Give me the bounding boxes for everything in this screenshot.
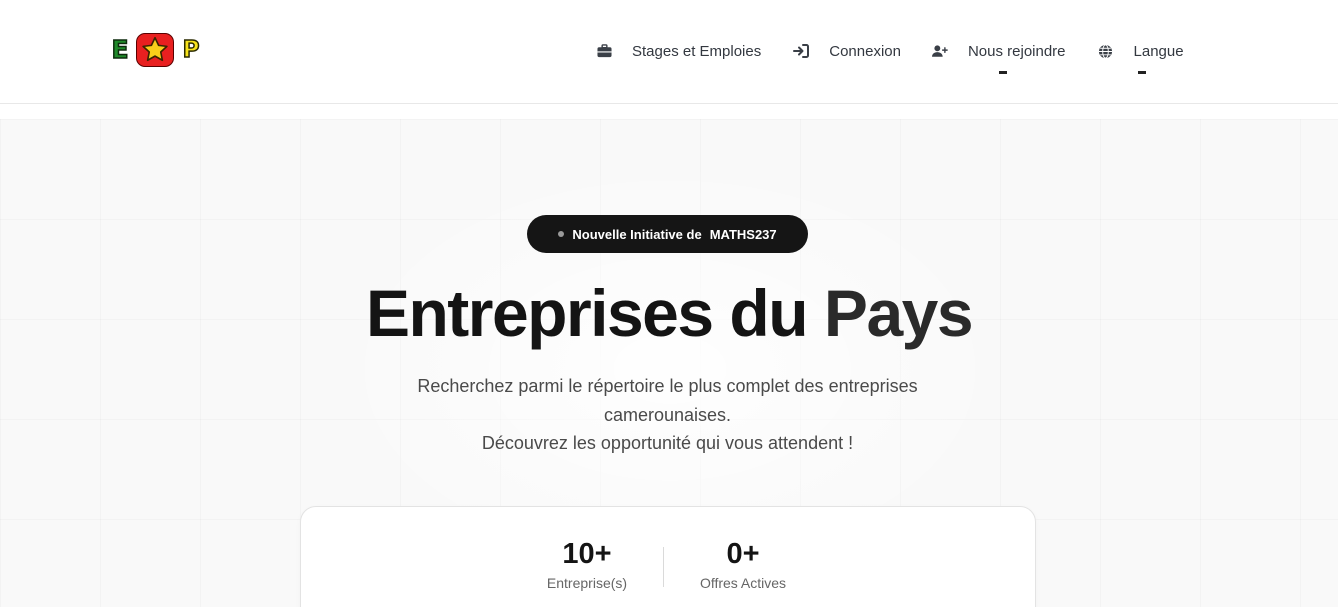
nav-item-langue[interactable]: Langue bbox=[1098, 42, 1184, 74]
star-icon bbox=[136, 33, 174, 67]
nav-label: Langue bbox=[1133, 42, 1184, 60]
subtitle-line-1: Recherchez parmi le répertoire le plus c… bbox=[417, 376, 918, 425]
main-nav: Stages et Emploies Connexion Nous rejoin… bbox=[596, 38, 1184, 74]
page-title: Entreprises du Pays bbox=[0, 276, 1338, 350]
subtitle-line-2: Découvrez les opportunité qui vous atten… bbox=[481, 433, 854, 453]
sign-in-icon bbox=[793, 43, 810, 59]
initiative-badge: Nouvelle Initiative de MATHS237 bbox=[527, 215, 808, 253]
title-accent: Pays bbox=[823, 276, 974, 350]
dropdown-indicator bbox=[998, 70, 1007, 74]
globe-icon bbox=[1098, 43, 1114, 59]
site-header: E P Stages et Emploies Connexion Nous re… bbox=[0, 0, 1338, 104]
stat-value: 10+ bbox=[562, 538, 612, 570]
title-main: Entreprises du bbox=[365, 276, 809, 350]
nav-label: Stages et Emploies bbox=[632, 42, 762, 60]
briefcase-icon bbox=[596, 43, 612, 59]
nav-item-stages[interactable]: Stages et Emploies bbox=[596, 43, 761, 60]
dropdown-indicator bbox=[1137, 70, 1146, 74]
nav-label: Nous rejoindre bbox=[967, 42, 1066, 60]
stats-card: 10+ Entreprise(s) 0+ Offres Actives bbox=[300, 506, 1036, 607]
nav-label: Connexion bbox=[829, 42, 901, 60]
stat-label: Offres Actives bbox=[699, 575, 787, 591]
nav-item-connexion[interactable]: Connexion bbox=[793, 43, 901, 60]
stats-divider bbox=[663, 547, 664, 587]
badge-brand: MATHS237 bbox=[709, 226, 777, 242]
site-logo[interactable]: E P bbox=[108, 33, 204, 67]
user-plus-icon bbox=[931, 43, 948, 59]
stat-companies: 10+ Entreprise(s) bbox=[537, 537, 637, 591]
badge-text: Nouvelle Initiative de bbox=[572, 226, 702, 242]
stat-offers: 0+ Offres Actives bbox=[693, 537, 793, 591]
logo-letter-e: E bbox=[111, 34, 130, 65]
nav-item-join[interactable]: Nous rejoindre bbox=[931, 42, 1066, 74]
badge-dot bbox=[558, 231, 565, 237]
stat-label: Entreprise(s) bbox=[546, 575, 628, 591]
stat-value: 0+ bbox=[726, 538, 760, 570]
hero-subtitle: Recherchez parmi le répertoire le plus c… bbox=[390, 372, 945, 458]
logo-letter-p: P bbox=[182, 36, 200, 64]
